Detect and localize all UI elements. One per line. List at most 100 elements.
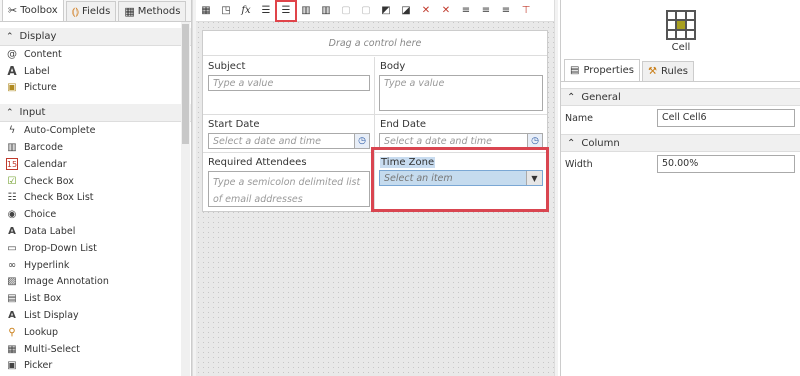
toolbox-item-label: Picture (24, 82, 57, 94)
picture-icon: ▣ (7, 82, 17, 94)
insert-row-above-icon[interactable]: ☰ (258, 3, 274, 19)
toolbox-item-check-box-list[interactable]: ☷ Check Box List (0, 190, 191, 207)
properties-icon: ▤ (570, 65, 580, 76)
multi-select-icon: ▦ (7, 343, 17, 355)
start-date-placeholder: Select a date and time (213, 136, 321, 147)
toolbox-item-label: Choice (24, 209, 57, 221)
delete-column-icon[interactable]: ✕ (418, 3, 434, 19)
toolbox-item-list-box[interactable]: ▤ List Box (0, 290, 191, 307)
barcode-icon: ▥ (7, 142, 17, 154)
tab-toolbox[interactable]: ✂ Toolbox (2, 0, 64, 21)
width-field[interactable]: 50.00% (657, 155, 795, 173)
toolbox-item-drop-down-list[interactable]: ▭ Drop-Down List (0, 240, 191, 257)
delete-row-icon[interactable]: ✕ (438, 3, 454, 19)
image-annotation-icon: ▨ (7, 276, 17, 288)
toolbox-item-check-box[interactable]: ☑ Check Box (0, 173, 191, 190)
toolbox-item-label: Hyperlink (24, 259, 70, 271)
toolbox-item-content[interactable]: @ Content (0, 46, 191, 63)
insert-column-icon[interactable]: ▥ (298, 3, 314, 19)
cell-body[interactable]: Body Type a value (375, 57, 547, 115)
end-date-label: End Date (380, 119, 427, 130)
list-display-icon: A (8, 310, 16, 322)
name-field[interactable]: Cell Cell6 (657, 109, 795, 127)
start-date-label: Start Date (208, 119, 260, 130)
choice-icon: ◉ (7, 209, 17, 221)
design-canvas: ▦ ◳ fx ☰ ☰ ▥ ▥ ▢ ▢ ◩ ◪ ✕ ✕ ≡ ≡ ≡ ⊤ Drag … (196, 0, 554, 376)
align-top-icon[interactable]: ⊤ (518, 3, 534, 19)
split-cells-icon[interactable]: ▢ (358, 3, 374, 19)
picker-icon: ▣ (7, 360, 17, 372)
edit-table-icon[interactable]: ◳ (218, 3, 234, 19)
start-date-input[interactable]: Select a date and time ◷ (208, 133, 370, 149)
insert-column-right-icon[interactable]: ▥ (318, 3, 334, 19)
add-cell-icon[interactable]: ◩ (378, 3, 394, 19)
tab-properties-label: Properties (583, 65, 634, 76)
tab-rules[interactable]: ⚒ Rules (642, 61, 694, 81)
section-general-header[interactable]: ⌃ General (561, 88, 800, 106)
dropzone[interactable]: Drag a control here (203, 31, 547, 56)
tab-fields[interactable]: ⦅⦆ Fields (65, 1, 117, 21)
width-label: Width (565, 158, 593, 170)
toolbox-item-picture[interactable]: ▣ Picture (0, 80, 191, 97)
calendar-icon: 15 (6, 158, 18, 171)
section-general-title: General (581, 91, 621, 103)
attendees-input[interactable]: Type a semicolon delimited list of email… (208, 171, 370, 207)
formula-icon[interactable]: fx (238, 3, 254, 19)
merge-cells-icon[interactable]: ▢ (338, 3, 354, 19)
toolbox-item-data-label[interactable]: A Data Label (0, 223, 191, 240)
list-box-icon: ▤ (7, 293, 17, 305)
chevron-up-icon: ⌃ (6, 107, 14, 118)
toolbox-item-label: Lookup (24, 326, 59, 338)
toolbox-icon: ✂ (8, 4, 18, 17)
subject-input[interactable]: Type a value (208, 75, 370, 91)
toolbox-item-lookup[interactable]: ⚲ Lookup (0, 324, 191, 341)
canvas-toolbar: ▦ ◳ fx ☰ ☰ ▥ ▥ ▢ ▢ ◩ ◪ ✕ ✕ ≡ ≡ ≡ ⊤ (196, 0, 554, 22)
section-input-header[interactable]: ⌃ Input (0, 104, 191, 123)
toolbox-item-calendar[interactable]: 15 Calendar (0, 156, 191, 173)
toolbox-item-label[interactable]: A Label (0, 63, 191, 80)
toolbox-item-label: Multi-Select (24, 343, 80, 355)
toolbox-item-label: Drop-Down List (24, 242, 97, 254)
section-display-header[interactable]: ⌃ Display (0, 28, 191, 46)
toolbox-item-picker[interactable]: ▣ Picker (0, 358, 191, 375)
tab-methods[interactable]: ▦ Methods (118, 1, 187, 21)
body-input[interactable]: Type a value (379, 75, 543, 111)
tab-properties[interactable]: ▤ Properties (564, 59, 640, 81)
left-tab-bar: ✂ Toolbox ⦅⦆ Fields ▦ Methods (0, 0, 191, 22)
cell-subject[interactable]: Subject Type a value (203, 57, 375, 115)
edit-cell-icon[interactable]: ◪ (398, 3, 414, 19)
section-column-header[interactable]: ⌃ Column (561, 134, 800, 152)
cell-start-date[interactable]: Start Date Select a date and time ◷ (203, 115, 375, 153)
cell-attendees[interactable]: Required Attendees Type a semicolon deli… (203, 153, 375, 211)
right-splitter[interactable] (554, 0, 558, 376)
align-left-icon[interactable]: ≡ (458, 3, 474, 19)
selected-cell-highlight (371, 147, 549, 212)
toolbox-item-choice[interactable]: ◉ Choice (0, 206, 191, 223)
end-date-placeholder: Select a date and time (384, 136, 492, 147)
toolbox-item-multi-select[interactable]: ▦ Multi-Select (0, 341, 191, 358)
rules-icon: ⚒ (648, 66, 657, 77)
toolbox-item-label: Check Box (24, 175, 74, 187)
toolbox-item-auto-complete[interactable]: ϟ Auto-Complete (0, 122, 191, 139)
at-icon: @ (7, 48, 17, 60)
scrollbar-thumb[interactable] (182, 24, 189, 144)
date-picker-icon[interactable]: ◷ (354, 133, 370, 149)
toolbox-item-image-annotation[interactable]: ▨ Image Annotation (0, 274, 191, 291)
checkbox-list-icon: ☷ (7, 192, 17, 204)
dropdown-icon: ▭ (7, 242, 17, 254)
align-right-icon[interactable]: ≡ (498, 3, 514, 19)
toolbox-item-label: Data Label (24, 226, 76, 238)
insert-row-below-icon[interactable]: ☰ (275, 0, 297, 22)
subject-label: Subject (208, 61, 246, 72)
toolbox-item-label: Image Annotation (24, 276, 109, 288)
body-label: Body (380, 61, 406, 72)
attendees-label: Required Attendees (208, 157, 307, 168)
lookup-icon: ⚲ (8, 326, 16, 338)
insert-table-icon[interactable]: ▦ (198, 3, 214, 19)
toolbox-item-barcode[interactable]: ▥ Barcode (0, 139, 191, 156)
toolbox-item-list-display[interactable]: A List Display (0, 307, 191, 324)
align-center-icon[interactable]: ≡ (478, 3, 494, 19)
properties-panel: Cell ▤ Properties ⚒ Rules ⌃ General Name… (560, 0, 800, 376)
toolbox-scrollbar[interactable] (181, 22, 190, 376)
toolbox-item-hyperlink[interactable]: ∞ Hyperlink (0, 257, 191, 274)
